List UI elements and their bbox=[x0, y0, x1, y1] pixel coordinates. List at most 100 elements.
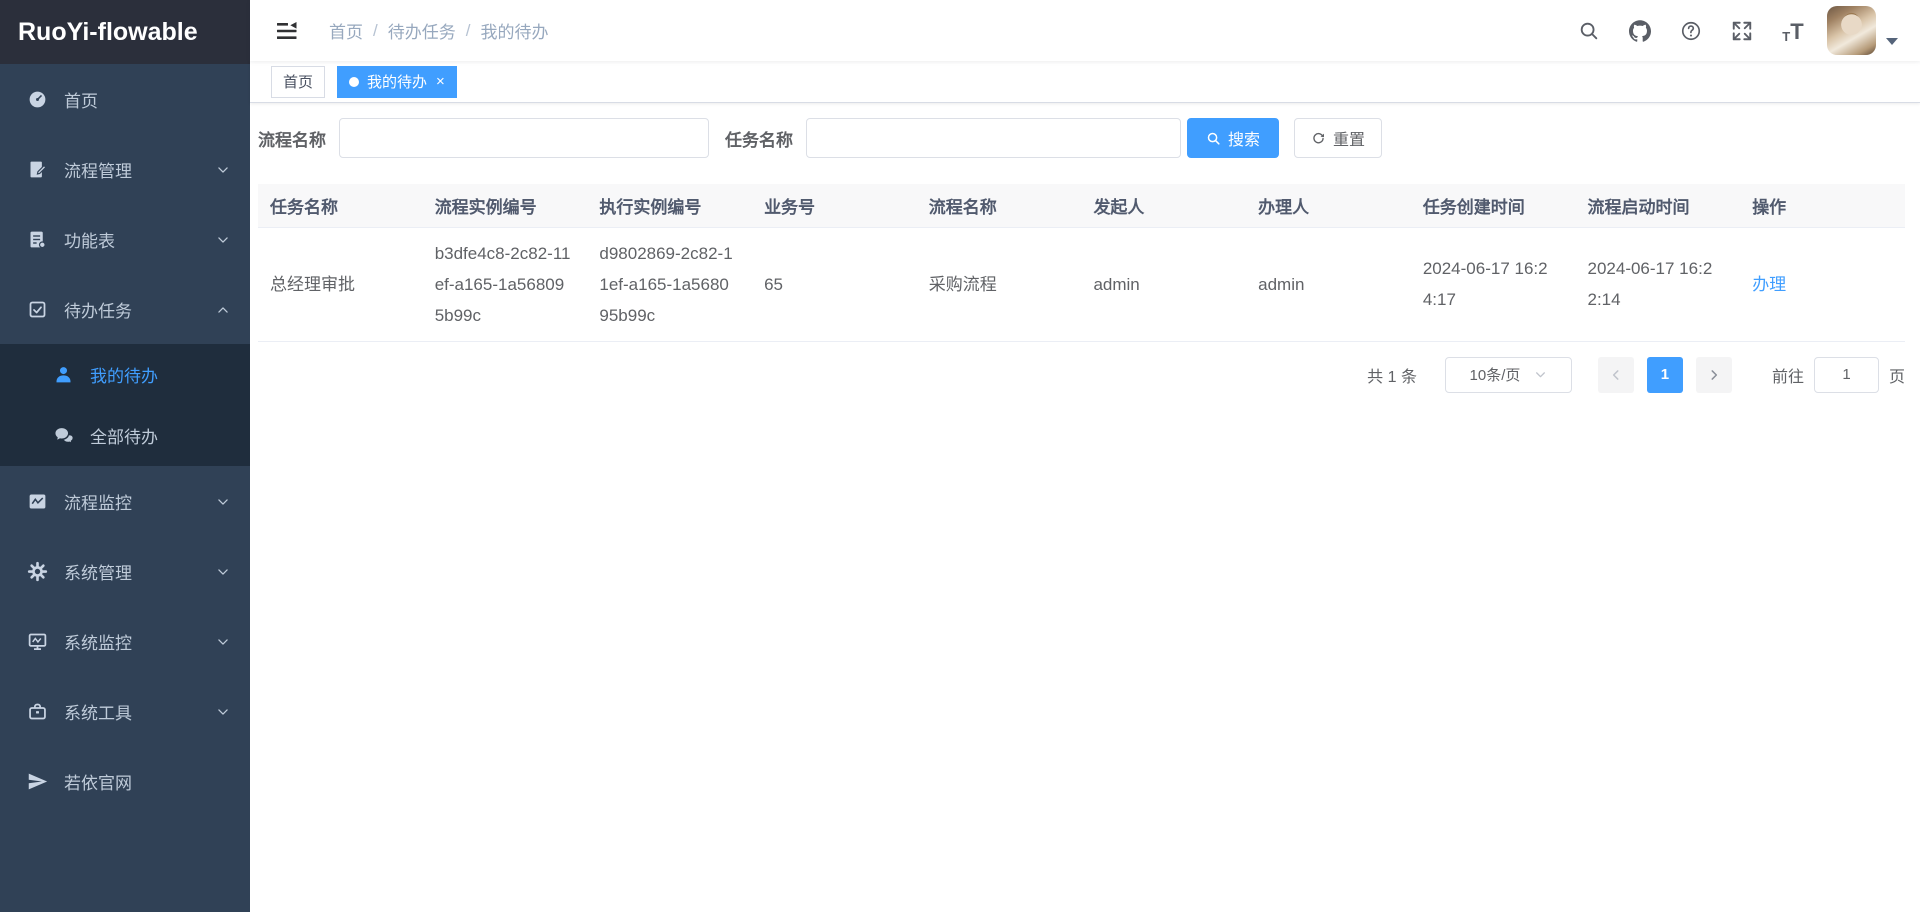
breadcrumb: 首页 / 待办任务 / 我的待办 bbox=[329, 18, 548, 43]
chevron-up-icon bbox=[216, 302, 230, 316]
prev-page-button[interactable] bbox=[1598, 357, 1634, 393]
page-content: 流程名称 任务名称 搜索 重置 任务名称 流程实例编号 执行实例编号 业务号 流… bbox=[250, 103, 1920, 912]
sidebar-item-system-monitor[interactable]: 系统监控 bbox=[0, 606, 250, 676]
cell-process-instance-id: b3dfe4c8-2c82-11ef-a165-1a568095b99c bbox=[423, 227, 588, 341]
sidebar-item-todo-tasks[interactable]: 待办任务 bbox=[0, 274, 250, 344]
process-monitor-icon bbox=[27, 491, 48, 512]
tab-home[interactable]: 首页 bbox=[271, 66, 325, 98]
github-icon[interactable] bbox=[1628, 19, 1652, 43]
sidebar-item-label: 全部待办 bbox=[90, 423, 158, 448]
sidebar-item-label: 系统工具 bbox=[64, 699, 132, 724]
user-avatar[interactable] bbox=[1827, 6, 1876, 55]
page-number-1[interactable]: 1 bbox=[1647, 357, 1683, 393]
process-manage-icon bbox=[27, 159, 48, 180]
avatar-caret-down-icon[interactable] bbox=[1886, 38, 1898, 45]
refresh-icon bbox=[1311, 131, 1326, 146]
sidebar-item-ruoyi-website[interactable]: 若依官网 bbox=[0, 746, 250, 816]
cell-task-created-time: 2024-06-17 16:24:17 bbox=[1411, 227, 1576, 341]
user-icon bbox=[53, 364, 74, 385]
monitor-icon bbox=[27, 631, 48, 652]
col-business-id: 业务号 bbox=[752, 184, 917, 227]
todo-submenu: 我的待办 全部待办 bbox=[0, 344, 250, 466]
sidebar-item-all-todo[interactable]: 全部待办 bbox=[0, 405, 250, 466]
sidebar-item-system-manage[interactable]: 系统管理 bbox=[0, 536, 250, 606]
task-name-input[interactable] bbox=[806, 118, 1181, 158]
todo-table: 任务名称 流程实例编号 执行实例编号 业务号 流程名称 发起人 办理人 任务创建… bbox=[258, 184, 1905, 342]
chevron-down-icon bbox=[216, 162, 230, 176]
breadcrumb-todo-tasks: 待办任务 bbox=[388, 18, 456, 43]
page-size-select[interactable]: 10条/页 bbox=[1445, 357, 1572, 393]
process-name-input[interactable] bbox=[339, 118, 709, 158]
sidebar-item-label: 首页 bbox=[64, 87, 98, 112]
col-task-name: 任务名称 bbox=[258, 184, 423, 227]
col-actions: 操作 bbox=[1740, 184, 1905, 227]
next-page-button[interactable] bbox=[1696, 357, 1732, 393]
sidebar-item-my-todo[interactable]: 我的待办 bbox=[0, 344, 250, 405]
sidebar-item-label: 流程管理 bbox=[64, 157, 132, 182]
chevron-down-icon bbox=[216, 564, 230, 578]
function-table-icon bbox=[27, 229, 48, 250]
app-title: RuoYi-flowable bbox=[18, 18, 198, 47]
page-unit-label: 页 bbox=[1889, 363, 1905, 387]
chevron-left-icon bbox=[1609, 368, 1623, 382]
tags-view: 首页 我的待办 × bbox=[250, 61, 1920, 103]
col-process-start-time: 流程启动时间 bbox=[1576, 184, 1741, 227]
breadcrumb-separator: / bbox=[373, 21, 378, 41]
chevron-down-icon bbox=[216, 494, 230, 508]
breadcrumb-my-todo: 我的待办 bbox=[480, 18, 548, 43]
cell-process-start-time: 2024-06-17 16:22:14 bbox=[1576, 227, 1741, 341]
sidebar-menu: 首页 流程管理 功能表 待办任务 bbox=[0, 64, 250, 912]
chevron-down-icon bbox=[216, 704, 230, 718]
tab-my-todo[interactable]: 我的待办 × bbox=[337, 66, 457, 98]
gear-icon bbox=[27, 561, 48, 582]
toolbox-icon bbox=[27, 701, 48, 722]
navbar-actions: TT bbox=[1550, 6, 1898, 55]
sidebar-item-label: 若依官网 bbox=[64, 769, 132, 794]
app-logo[interactable]: RuoYi-flowable bbox=[0, 0, 250, 64]
cell-business-id: 65 bbox=[752, 227, 917, 341]
sidebar-item-label: 功能表 bbox=[64, 227, 115, 252]
main-area: 首页 / 待办任务 / 我的待办 TT 首页 bbox=[250, 0, 1920, 912]
hamburger-icon[interactable] bbox=[275, 19, 299, 43]
sidebar-item-process-monitor[interactable]: 流程监控 bbox=[0, 466, 250, 536]
sidebar-item-system-tools[interactable]: 系统工具 bbox=[0, 676, 250, 746]
col-process-instance-id: 流程实例编号 bbox=[423, 184, 588, 227]
reset-button[interactable]: 重置 bbox=[1294, 118, 1382, 158]
process-name-label: 流程名称 bbox=[258, 126, 326, 151]
fullscreen-icon[interactable] bbox=[1730, 19, 1754, 43]
search-form: 流程名称 任务名称 搜索 重置 bbox=[258, 118, 1905, 158]
goto-label: 前往 bbox=[1772, 363, 1804, 387]
sidebar-item-function-table[interactable]: 功能表 bbox=[0, 204, 250, 274]
chevron-down-icon bbox=[216, 232, 230, 246]
chat-bubbles-icon bbox=[53, 425, 74, 446]
sidebar-item-label: 我的待办 bbox=[90, 362, 158, 387]
cell-process-name: 采购流程 bbox=[917, 227, 1082, 341]
chevron-down-icon bbox=[216, 634, 230, 648]
search-icon bbox=[1206, 131, 1221, 146]
tab-label: 首页 bbox=[283, 71, 313, 92]
table-header-row: 任务名称 流程实例编号 执行实例编号 业务号 流程名称 发起人 办理人 任务创建… bbox=[258, 184, 1905, 227]
breadcrumb-home[interactable]: 首页 bbox=[329, 18, 363, 43]
font-size-icon[interactable]: TT bbox=[1781, 19, 1805, 43]
total-count: 共 1 条 bbox=[1367, 363, 1417, 387]
task-name-label: 任务名称 bbox=[725, 126, 793, 151]
sidebar-item-label: 系统监控 bbox=[64, 629, 132, 654]
col-initiator: 发起人 bbox=[1081, 184, 1246, 227]
table-row: 总经理审批 b3dfe4c8-2c82-11ef-a165-1a568095b9… bbox=[258, 227, 1905, 341]
search-button[interactable]: 搜索 bbox=[1187, 118, 1279, 158]
top-navbar: 首页 / 待办任务 / 我的待办 TT bbox=[250, 0, 1920, 61]
dashboard-icon bbox=[27, 89, 48, 110]
tab-label: 我的待办 bbox=[367, 71, 427, 92]
goto-page-input[interactable] bbox=[1814, 357, 1879, 393]
question-icon[interactable] bbox=[1679, 19, 1703, 43]
col-execution-instance-id: 执行实例编号 bbox=[587, 184, 752, 227]
handle-task-link[interactable]: 办理 bbox=[1752, 275, 1786, 294]
sidebar-item-label: 系统管理 bbox=[64, 559, 132, 584]
sidebar-item-process-manage[interactable]: 流程管理 bbox=[0, 134, 250, 204]
sidebar-item-home[interactable]: 首页 bbox=[0, 64, 250, 134]
paper-plane-icon bbox=[27, 771, 48, 792]
cell-task-name: 总经理审批 bbox=[258, 227, 423, 341]
search-icon[interactable] bbox=[1577, 19, 1601, 43]
close-icon[interactable]: × bbox=[436, 74, 445, 89]
cell-execution-instance-id: d9802869-2c82-11ef-a165-1a568095b99c bbox=[587, 227, 752, 341]
